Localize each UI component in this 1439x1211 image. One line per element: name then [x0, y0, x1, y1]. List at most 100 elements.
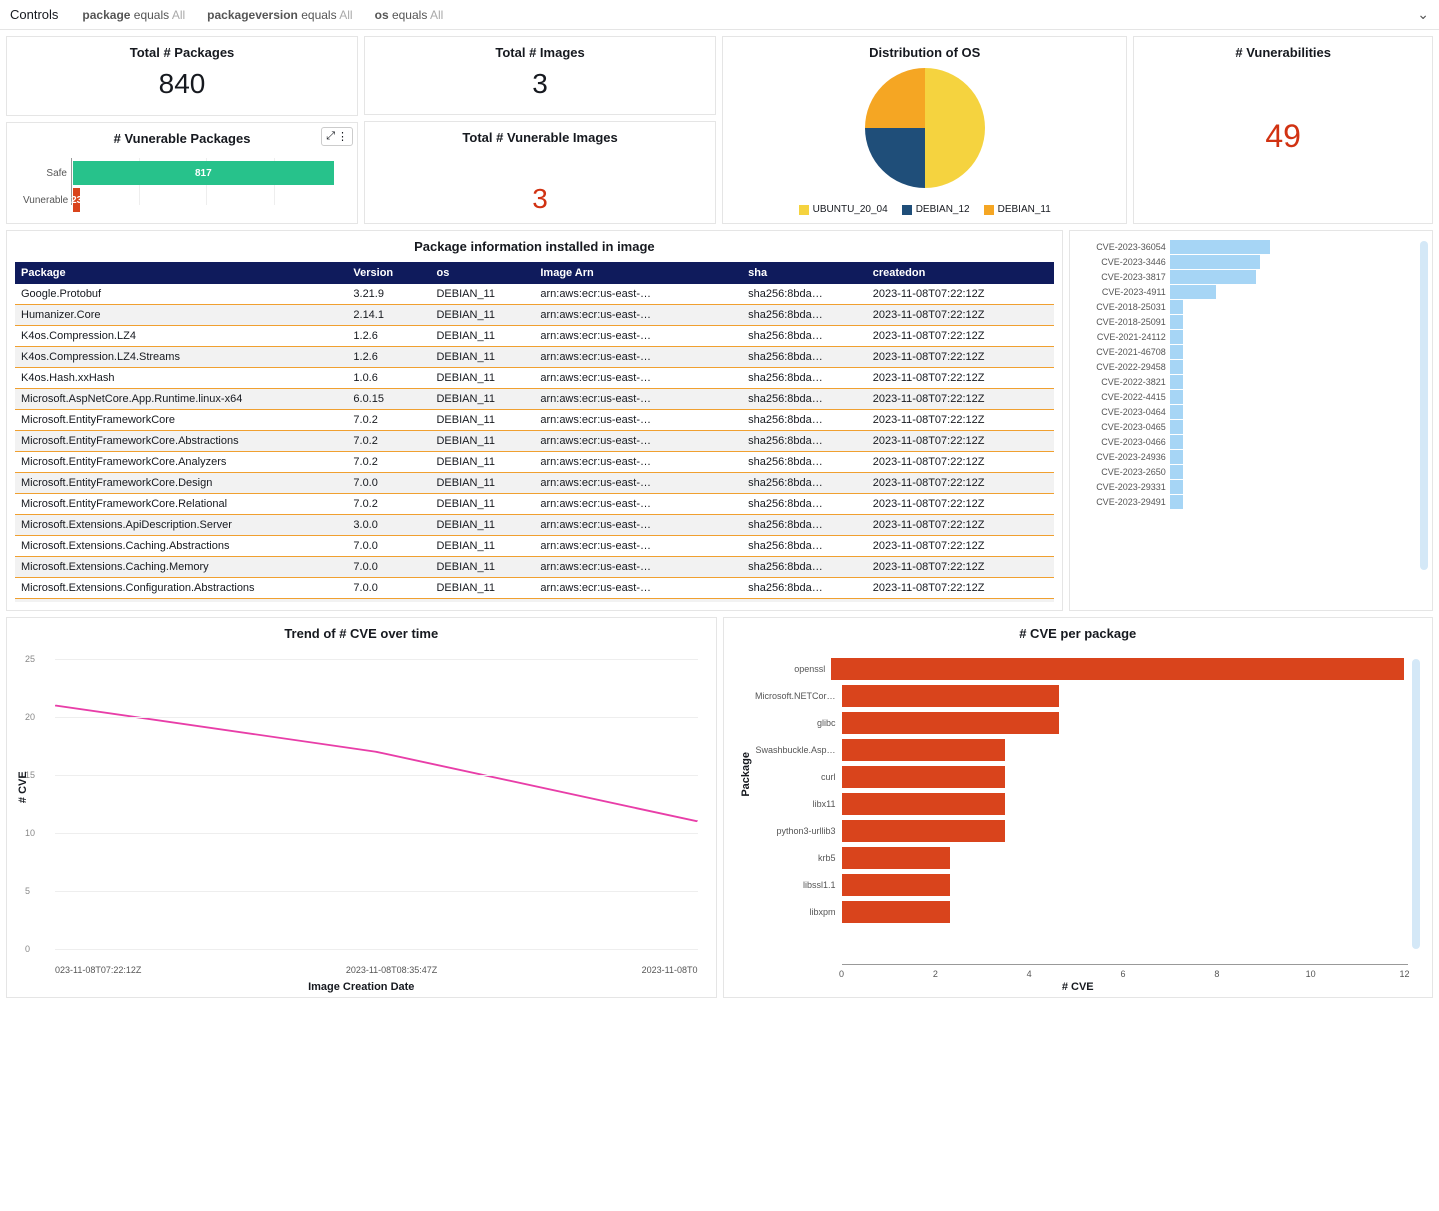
col-createdon[interactable]: createdon	[867, 262, 1054, 284]
col-os[interactable]: os	[430, 262, 534, 284]
cve-bar[interactable]: CVE-2018-25091	[1078, 315, 1424, 329]
table-row[interactable]: Microsoft.EntityFrameworkCore.Relational…	[15, 494, 1054, 515]
x-tick: 0	[839, 969, 844, 979]
col-Image Arn[interactable]: Image Arn	[534, 262, 742, 284]
bar-vunerable: Vunerable23	[23, 188, 341, 212]
legend-DEBIAN_12[interactable]: DEBIAN_12	[902, 204, 970, 215]
pkg-bar[interactable]: glibc	[752, 712, 1405, 734]
pkg-bar[interactable]: curl	[752, 766, 1405, 788]
cve-bar[interactable]: CVE-2023-36054	[1078, 240, 1424, 254]
package-table: PackageVersionosImage Arnshacreatedon Go…	[15, 262, 1054, 602]
cve-bar[interactable]: CVE-2023-3446	[1078, 255, 1424, 269]
pkg-bar[interactable]: libssl1.1	[752, 874, 1405, 896]
col-Package[interactable]: Package	[15, 262, 347, 284]
cve-bar[interactable]: CVE-2023-4911	[1078, 285, 1424, 299]
table-row[interactable]: K4os.Compression.LZ4.Streams1.2.6DEBIAN_…	[15, 347, 1054, 368]
table-row[interactable]: K4os.Hash.xxHash1.0.6DEBIAN_11arn:aws:ec…	[15, 368, 1054, 389]
cve-bar[interactable]: CVE-2022-4415	[1078, 390, 1424, 404]
package-table-card: Package information installed in image P…	[6, 230, 1063, 611]
table-row[interactable]: Microsoft.Extensions.ApiDescription.Serv…	[15, 515, 1054, 536]
cve-bar[interactable]: CVE-2023-0464	[1078, 405, 1424, 419]
filter-packageversion[interactable]: packageversion equals All	[207, 8, 352, 22]
x-tick: 12	[1399, 969, 1409, 979]
kpi-label: # Vunerabilities	[1142, 45, 1424, 60]
kpi-vulnerabilities[interactable]: # Vunerabilities 49	[1133, 36, 1433, 224]
y-tick: 5	[55, 891, 698, 892]
pkg-bar[interactable]: krb5	[752, 847, 1405, 869]
x-axis-label: Image Creation Date	[308, 981, 414, 993]
pkg-bar[interactable]: libxpm	[752, 901, 1405, 923]
table-row[interactable]: Microsoft.Extensions.Caching.Abstraction…	[15, 536, 1054, 557]
cve-per-package-chart[interactable]: # CVE per package Package opensslMicroso…	[723, 617, 1434, 998]
chevron-down-icon[interactable]: ⌄	[1417, 6, 1429, 23]
cve-bar[interactable]: CVE-2023-3817	[1078, 270, 1424, 284]
kpi-value: 49	[1142, 118, 1424, 155]
table-row[interactable]: Microsoft.Extensions.DependencyInjection…	[15, 599, 1054, 603]
y-tick: 15	[55, 775, 698, 776]
expand-icon[interactable]: ⤢	[326, 130, 335, 143]
filter-package[interactable]: package equals All	[82, 8, 185, 22]
cve-bar[interactable]: CVE-2022-3821	[1078, 375, 1424, 389]
x-axis-label: # CVE	[1062, 981, 1094, 993]
table-title: Package information installed in image	[15, 239, 1054, 254]
chart-title: Trend of # CVE over time	[15, 626, 708, 641]
cve-bar[interactable]: CVE-2023-0465	[1078, 420, 1424, 434]
table-row[interactable]: Humanizer.Core2.14.1DEBIAN_11arn:aws:ecr…	[15, 305, 1054, 326]
table-row[interactable]: Google.Protobuf3.21.9DEBIAN_11arn:aws:ec…	[15, 284, 1054, 305]
scrollbar[interactable]	[1412, 659, 1420, 949]
chart-title: # CVE per package	[732, 626, 1425, 641]
trend-cve-chart[interactable]: Trend of # CVE over time # CVE 023-11-08…	[6, 617, 717, 998]
y-tick: 0	[55, 949, 698, 950]
table-scroll[interactable]: PackageVersionosImage Arnshacreatedon Go…	[15, 262, 1054, 602]
controls-title: Controls	[10, 7, 58, 22]
x-tick: 2	[933, 969, 938, 979]
table-row[interactable]: Microsoft.AspNetCore.App.Runtime.linux-x…	[15, 389, 1054, 410]
x-tick: 6	[1120, 969, 1125, 979]
filter-os[interactable]: os equals All	[375, 8, 444, 22]
pkg-bar[interactable]: Swashbuckle.Asp…	[752, 739, 1405, 761]
x-tick: 2023-11-08T0	[642, 965, 698, 975]
y-tick: 25	[55, 659, 698, 660]
cve-bar[interactable]: CVE-2023-0466	[1078, 435, 1424, 449]
table-row[interactable]: Microsoft.EntityFrameworkCore7.0.2DEBIAN…	[15, 410, 1054, 431]
col-Version[interactable]: Version	[347, 262, 430, 284]
table-row[interactable]: Microsoft.EntityFrameworkCore.Analyzers7…	[15, 452, 1054, 473]
table-row[interactable]: Microsoft.EntityFrameworkCore.Abstractio…	[15, 431, 1054, 452]
legend-UBUNTU_20_04[interactable]: UBUNTU_20_04	[799, 204, 888, 215]
kpi-label: Total # Images	[373, 45, 707, 60]
cve-bar[interactable]: CVE-2023-29491	[1078, 495, 1424, 509]
table-row[interactable]: K4os.Compression.LZ41.2.6DEBIAN_11arn:aw…	[15, 326, 1054, 347]
kpi-label: Total # Vunerable Images	[373, 130, 707, 145]
pkg-bar[interactable]: Microsoft.NETCor…	[752, 685, 1405, 707]
kpi-total-vuln-images[interactable]: Total # Vunerable Images 3	[364, 121, 716, 224]
x-tick: 4	[1027, 969, 1032, 979]
x-tick: 2023-11-08T08:35:47Z	[346, 965, 437, 975]
legend-DEBIAN_11[interactable]: DEBIAN_11	[984, 204, 1051, 215]
cve-bar[interactable]: CVE-2022-29458	[1078, 360, 1424, 374]
table-row[interactable]: Microsoft.Extensions.Configuration.Abstr…	[15, 578, 1054, 599]
kpi-value: 3	[373, 183, 707, 215]
kpi-total-packages[interactable]: Total # Packages 840	[6, 36, 358, 116]
cve-bar[interactable]: CVE-2021-24112	[1078, 330, 1424, 344]
pkg-bar[interactable]: python3-urllib3	[752, 820, 1405, 842]
pkg-bar[interactable]: libx11	[752, 793, 1405, 815]
x-tick: 8	[1214, 969, 1219, 979]
cve-bar[interactable]: CVE-2023-2650	[1078, 465, 1424, 479]
kebab-icon[interactable]: ⋮	[337, 130, 348, 143]
pkg-bar[interactable]: openssl	[752, 658, 1405, 680]
table-row[interactable]: Microsoft.EntityFrameworkCore.Design7.0.…	[15, 473, 1054, 494]
col-sha[interactable]: sha	[742, 262, 867, 284]
cve-bar[interactable]: CVE-2023-24936	[1078, 450, 1424, 464]
y-tick: 20	[55, 717, 698, 718]
x-tick: 023-11-08T07:22:12Z	[55, 965, 141, 975]
cve-bar[interactable]: CVE-2023-29331	[1078, 480, 1424, 494]
vulnerable-packages-chart[interactable]: ⤢ ⋮ # Vunerable Packages Safe817Vunerabl…	[6, 122, 358, 224]
cve-count-chart[interactable]: CVE-2023-36054CVE-2023-3446CVE-2023-3817…	[1069, 230, 1433, 611]
scrollbar[interactable]	[1420, 241, 1428, 570]
os-distribution-chart[interactable]: Distribution of OS UBUNTU_20_04DEBIAN_12…	[722, 36, 1127, 224]
kpi-total-images[interactable]: Total # Images 3	[364, 36, 716, 115]
cve-bar[interactable]: CVE-2018-25031	[1078, 300, 1424, 314]
cve-bar[interactable]: CVE-2021-46708	[1078, 345, 1424, 359]
table-row[interactable]: Microsoft.Extensions.Caching.Memory7.0.0…	[15, 557, 1054, 578]
card-menu[interactable]: ⤢ ⋮	[321, 127, 353, 146]
